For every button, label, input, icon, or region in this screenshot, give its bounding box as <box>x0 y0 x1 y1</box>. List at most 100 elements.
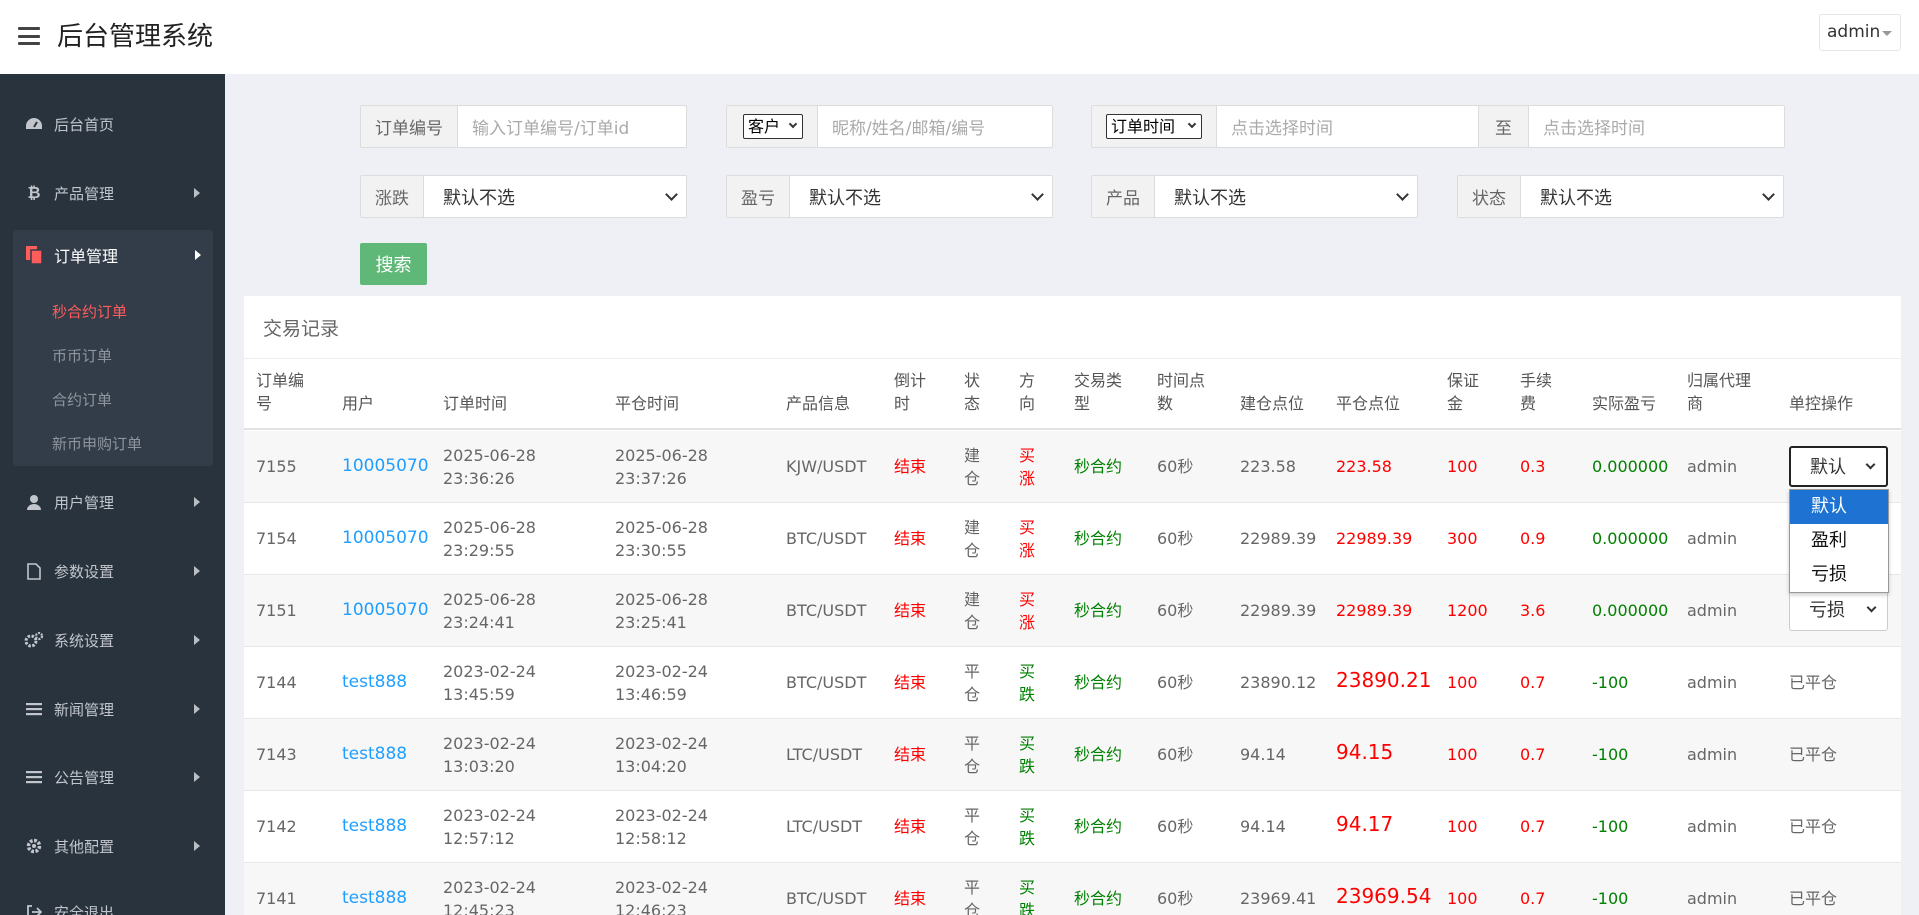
list-icon <box>24 699 44 719</box>
sidebar-item-home[interactable]: 后台首页 <box>0 104 225 144</box>
caret-right-icon <box>194 704 200 714</box>
control-dropdown-menu: 默认 盈利 亏损 <box>1789 489 1889 593</box>
cell-close-time: 2023-02-24 12:46:23 <box>615 878 708 915</box>
cell-close-price: 23890.21 <box>1336 668 1432 692</box>
sidebar: 后台首页 ₿ 产品管理 订单管理 秒合约订单 币币订单 合约订单 新币申购订单 … <box>0 74 225 915</box>
sidebar-item-orders[interactable]: 订单管理 <box>13 230 213 280</box>
product-select[interactable]: 默认不选 <box>1155 176 1417 217</box>
cell-direction: 买跌 <box>1019 662 1036 704</box>
sidebar-item-other[interactable]: 其他配置 <box>0 826 225 866</box>
sidebar-item-system[interactable]: 系统设置 <box>0 620 225 660</box>
sidebar-item-users[interactable]: 用户管理 <box>0 482 225 522</box>
user-link[interactable]: test888 <box>342 671 407 694</box>
sidebar-subitem-contract-orders[interactable]: 合约订单 <box>52 389 112 410</box>
chevron-down-icon <box>1031 188 1044 201</box>
caret-right-icon <box>194 772 200 782</box>
user-link[interactable]: test888 <box>342 887 407 910</box>
user-link[interactable]: 10005070 <box>342 527 429 550</box>
time-type-select[interactable]: 订单时间 <box>1106 114 1203 139</box>
table-row: 7143 test888 2023-02-24 13:03:20 2023-02-… <box>244 719 1901 791</box>
updown-filter: 涨跌 默认不选 <box>360 175 687 218</box>
sidebar-item-news[interactable]: 新闻管理 <box>0 689 225 729</box>
sidebar-item-label: 后台首页 <box>54 115 115 134</box>
cell-close-time: 2025-06-28 23:30:55 <box>615 518 708 560</box>
table-row: 7142 test888 2023-02-24 12:57:12 2023-02-… <box>244 791 1901 863</box>
cell-countdown: 结束 <box>894 817 927 836</box>
cell-direction: 买涨 <box>1019 446 1036 488</box>
cell-time-points: 60秒 <box>1157 889 1194 908</box>
sidebar-item-label: 产品管理 <box>54 184 115 203</box>
dropdown-option-profit[interactable]: 盈利 <box>1790 524 1888 558</box>
caret-right-icon <box>195 250 201 260</box>
order-no-label: 订单编号 <box>361 106 458 147</box>
cell-fee: 0.3 <box>1520 457 1546 476</box>
cell-countdown: 结束 <box>894 889 927 908</box>
sidebar-item-params[interactable]: 参数设置 <box>0 551 225 591</box>
menu-toggle-icon[interactable] <box>18 27 40 45</box>
cell-margin: 100 <box>1447 889 1478 908</box>
th-direction: 方向 <box>1019 371 1036 413</box>
panel-title: 交易记录 <box>263 318 340 340</box>
cell-pnl: -100 <box>1592 745 1629 764</box>
sidebar-item-label: 用户管理 <box>54 493 115 512</box>
user-link[interactable]: 10005070 <box>342 455 429 478</box>
sidebar-subitem-coin-orders[interactable]: 币币订单 <box>52 345 112 366</box>
user-menu[interactable]: admin <box>1819 14 1901 51</box>
cell-fee: 0.7 <box>1520 673 1546 692</box>
cell-time-points: 60秒 <box>1157 529 1194 548</box>
sidebar-subitem-new-coin-orders[interactable]: 新币申购订单 <box>52 433 142 454</box>
sidebar-item-announcements[interactable]: 公告管理 <box>0 757 225 797</box>
caret-down-icon <box>1882 31 1892 36</box>
search-button[interactable]: 搜索 <box>360 243 427 285</box>
user-link[interactable]: test888 <box>342 743 407 766</box>
cell-agent: admin <box>1687 601 1738 620</box>
cell-order-time: 2023-02-24 13:03:20 <box>443 734 536 776</box>
cell-trade-type: 秒合约 <box>1074 889 1123 908</box>
cell-close-price: 22989.39 <box>1336 529 1413 548</box>
th-time-points: 时间点数 <box>1157 371 1206 413</box>
control-select[interactable]: 亏损 <box>1789 590 1888 631</box>
sidebar-item-logout[interactable]: 安全退出 <box>0 892 225 915</box>
cell-control-status: 已平仓 <box>1789 889 1838 908</box>
cell-time-points: 60秒 <box>1157 817 1194 836</box>
control-select[interactable]: 默认 <box>1789 446 1888 487</box>
th-control: 单控操作 <box>1789 394 1854 413</box>
dropdown-option-loss[interactable]: 亏损 <box>1790 558 1888 592</box>
user-link[interactable]: 10005070 <box>342 599 429 622</box>
dropdown-option-default[interactable]: 默认 <box>1790 490 1888 524</box>
updown-select[interactable]: 默认不选 <box>424 176 686 217</box>
cell-fee: 0.7 <box>1520 817 1546 836</box>
sidebar-item-label: 其他配置 <box>54 837 115 856</box>
th-close-price: 平仓点位 <box>1336 394 1401 413</box>
time-end-input[interactable]: 点击选择时间 <box>1529 106 1784 147</box>
cell-order-time: 2025-06-28 23:29:55 <box>443 518 536 560</box>
updown-label: 涨跌 <box>361 176 424 217</box>
cell-control-status: 已平仓 <box>1789 673 1838 692</box>
cell-agent: admin <box>1687 529 1738 548</box>
customer-input[interactable]: 昵称/姓名/邮箱/编号 <box>818 106 1052 147</box>
profit-select[interactable]: 默认不选 <box>790 176 1052 217</box>
cell-margin: 100 <box>1447 673 1478 692</box>
order-no-input[interactable]: 输入订单编号/订单id <box>458 106 686 147</box>
cell-product: LTC/USDT <box>786 745 863 764</box>
time-end-filter: 至 点击选择时间 <box>1478 105 1785 148</box>
cell-fee: 0.9 <box>1520 529 1546 548</box>
sidebar-item-products[interactable]: ₿ 产品管理 <box>0 173 225 213</box>
cell-countdown: 结束 <box>894 745 927 764</box>
cell-pnl: 0.000000 <box>1592 601 1669 620</box>
cell-countdown: 结束 <box>894 529 927 548</box>
cell-margin: 100 <box>1447 817 1478 836</box>
cell-direction: 买涨 <box>1019 590 1036 632</box>
user-link[interactable]: test888 <box>342 815 407 838</box>
cell-trade-type: 秒合约 <box>1074 673 1123 692</box>
chevron-down-icon <box>788 119 798 129</box>
table-row: 7151 10005070 2025-06-28 23:24:41 2025-06… <box>244 575 1901 647</box>
time-start-input[interactable]: 点击选择时间 <box>1217 106 1484 147</box>
cogs-icon <box>24 630 44 650</box>
cell-time-points: 60秒 <box>1157 457 1194 476</box>
customer-type-select[interactable]: 客户 <box>743 114 804 139</box>
sidebar-subitem-second-contract-orders[interactable]: 秒合约订单 <box>52 301 127 322</box>
status-select[interactable]: 默认不选 <box>1521 176 1783 217</box>
cell-product: BTC/USDT <box>786 673 867 692</box>
th-trade-type: 交易类型 <box>1074 371 1123 413</box>
